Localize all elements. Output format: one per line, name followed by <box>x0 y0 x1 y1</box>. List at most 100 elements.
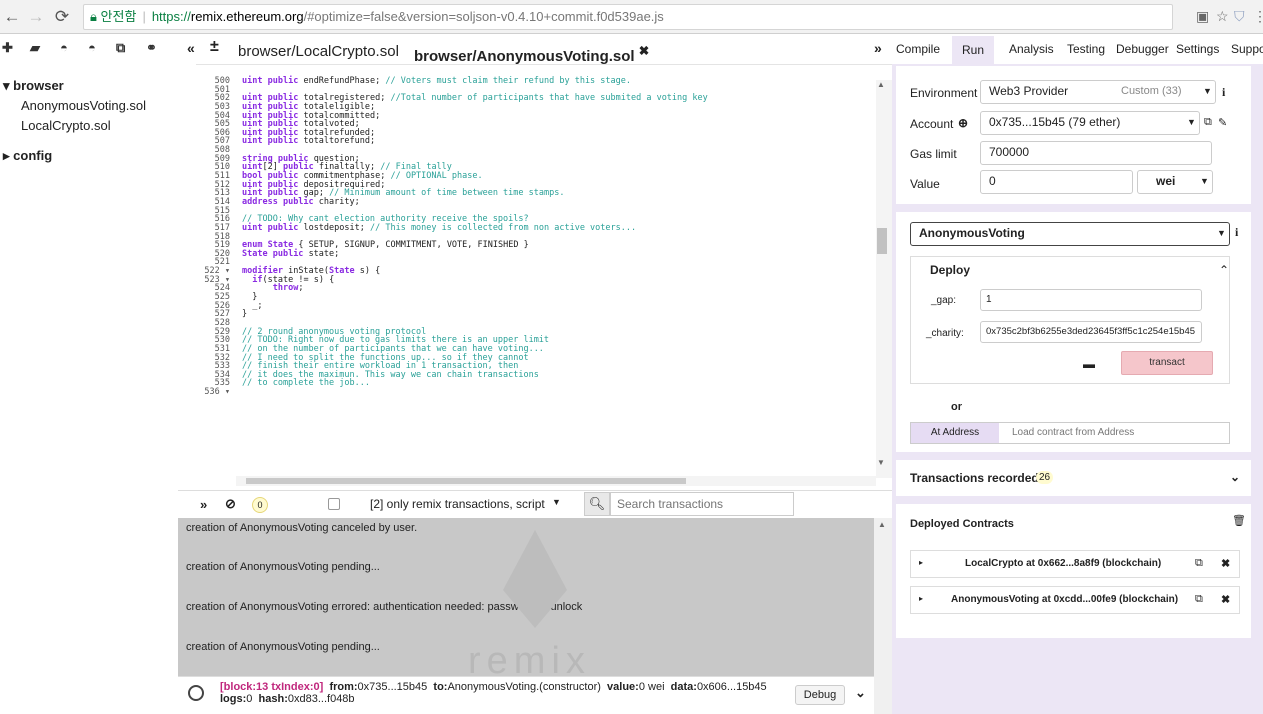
value-unit-select[interactable]: wei ▼ <box>1137 170 1213 194</box>
contract-info-icon[interactable]: i <box>1235 225 1238 240</box>
collapse-left-icon[interactable]: « <box>187 40 195 56</box>
tab-run[interactable]: Run <box>952 36 995 64</box>
transaction-row[interactable]: [block:13 txIndex:0] from:0x735...15b45 … <box>178 676 874 714</box>
tab-settings[interactable]: Settings <box>1176 42 1219 56</box>
add-account-icon[interactable]: ⊕ <box>958 116 968 130</box>
code-line[interactable]: throw; <box>242 284 872 293</box>
code-line[interactable]: // to complete the job... <box>242 379 872 388</box>
tab-localcrypto[interactable]: browser/LocalCrypto.sol <box>228 39 409 64</box>
expand-tx-icon[interactable]: ⌄ <box>855 685 866 701</box>
file-anonymousvoting[interactable]: AnonymousVoting.sol <box>0 96 176 116</box>
extension-shield-icon[interactable]: ⛉ <box>1234 8 1245 25</box>
editor-scroll-thumb[interactable] <box>877 228 887 254</box>
gas-limit-label: Gas limit <box>910 147 957 161</box>
copy-address-icon[interactable]: ⧉ <box>1204 116 1212 129</box>
tab-anonymousvoting[interactable]: browser/AnonymousVoting.sol ✖ <box>404 39 660 65</box>
account-select[interactable]: 0x735...15b45 (79 ether) ▼ <box>980 111 1200 135</box>
code-line[interactable]: address public charity; <box>242 198 872 207</box>
reload-icon[interactable]: ⟳ <box>52 7 72 27</box>
briefcase-icon[interactable]: ▬ <box>1083 357 1095 371</box>
charity-label: _charity: <box>926 328 964 339</box>
link-icon[interactable]: ⚭ <box>146 40 157 56</box>
code-line[interactable]: } <box>242 310 872 319</box>
folder-browser[interactable]: ▾ browser <box>0 76 176 96</box>
transact-button[interactable]: transact <box>1121 351 1213 375</box>
code-line[interactable]: if(state != s) { <box>242 275 872 285</box>
forward-arrow-icon[interactable]: → <box>26 7 46 27</box>
collapse-deploy-icon[interactable]: ⌃ <box>1219 263 1229 277</box>
copy-files-icon[interactable]: ⧉ <box>116 40 125 56</box>
code-line[interactable]: } <box>242 293 872 302</box>
trash-icon[interactable]: 🗑︎ <box>1232 514 1246 527</box>
clear-console-icon[interactable]: ⊘ <box>225 496 236 512</box>
expand-contract-icon[interactable]: ▸ <box>919 594 923 603</box>
tab-debugger[interactable]: Debugger <box>1116 42 1169 56</box>
url-path: /#optimize=false&version=soljson-v0.4.10… <box>303 9 664 24</box>
contract-select[interactable]: AnonymousVoting ▼ <box>910 222 1230 246</box>
code-line[interactable]: _; <box>242 301 872 311</box>
tab-analysis[interactable]: Analysis <box>1009 42 1054 56</box>
code-line[interactable]: uint public totaltorefund; <box>242 137 872 146</box>
gap-input[interactable]: 1 <box>980 289 1202 311</box>
menu-dots-icon[interactable]: ⋮ <box>1253 8 1263 25</box>
scroll-down-icon[interactable]: ▼ <box>877 458 885 467</box>
new-file-icon[interactable]: ✚ <box>2 40 13 56</box>
folder-config[interactable]: ▸ config <box>0 146 176 166</box>
value-label: Value <box>910 177 940 191</box>
expand-transactions-icon[interactable]: ⌄ <box>1230 470 1240 484</box>
code-editor[interactable]: 500 501 502 503 504 505 506 507 508 509 510 511 512 5… <box>196 64 892 487</box>
terminal-scrollbar[interactable]: ▲ <box>874 518 892 714</box>
minimize-terminal-icon[interactable]: » <box>200 497 207 512</box>
deployed-contract-item[interactable]: ▸ AnonymousVoting at 0xcdd...00fe9 (bloc… <box>910 586 1240 614</box>
editor-vertical-scrollbar[interactable] <box>876 80 892 478</box>
transactions-recorded-card[interactable]: Transactions recorded: 26 ⌄ <box>896 460 1251 496</box>
translate-icon[interactable]: ▣ <box>1196 8 1209 25</box>
editor-hscroll-thumb[interactable] <box>246 478 686 484</box>
tx-status-icon <box>188 685 204 701</box>
collapse-right-icon[interactable]: » <box>874 40 882 56</box>
line-gutter: 500 501 502 503 504 505 506 507 508 509 510 511 512 5… <box>196 77 230 397</box>
remove-contract-icon[interactable]: ✖ <box>1221 557 1230 570</box>
github-icon[interactable]: ◓ <box>60 40 68 55</box>
environment-select[interactable]: Web3 Provider Custom (33) ▼ <box>980 80 1216 104</box>
search-transactions-input[interactable] <box>610 492 794 516</box>
filter-dropdown-icon[interactable]: ▼ <box>552 497 561 507</box>
file-localcrypto[interactable]: LocalCrypto.sol <box>0 116 176 136</box>
run-settings-card: Environment Web3 Provider Custom (33) ▼ … <box>896 66 1251 204</box>
tab-testing[interactable]: Testing <box>1067 42 1105 56</box>
gist-icon[interactable]: ◓ <box>88 40 96 55</box>
increase-font-icon[interactable]: ± <box>210 38 219 56</box>
load-contract-input[interactable]: Load contract from Address <box>1012 427 1134 438</box>
tab-compile[interactable]: Compile <box>896 42 940 56</box>
address-bar[interactable]: 🔒︎ 안전함 | https://remix.ethereum.org/#optim… <box>83 4 1173 30</box>
tab-support[interactable]: Suppo <box>1231 42 1263 56</box>
file-tree: ▾ browser AnonymousVoting.sol LocalCrypt… <box>0 76 176 166</box>
transaction-filter-select[interactable]: [2] only remix transactions, script <box>370 497 545 511</box>
charity-input[interactable]: 0x735c2bf3b6255e3ded23645f3ff5c1c254e15b… <box>980 321 1202 343</box>
back-arrow-icon[interactable]: ← <box>2 7 22 27</box>
deployed-contract-item[interactable]: ▸ LocalCrypto at 0x662...8a8f9 (blockcha… <box>910 550 1240 578</box>
code-content[interactable]: uint public endRefundPhase; // Voters mu… <box>242 77 872 388</box>
folder-open-icon[interactable]: ▰ <box>30 40 40 56</box>
ethereum-logo-lower-icon <box>503 590 567 628</box>
expand-contract-icon[interactable]: ▸ <box>919 558 923 567</box>
search-icon[interactable]: 🔍︎ <box>584 492 610 516</box>
info-icon[interactable]: i <box>1222 85 1225 100</box>
edit-icon[interactable]: ✎ <box>1218 116 1227 129</box>
debug-button[interactable]: Debug <box>795 685 845 705</box>
code-line[interactable]: uint public lostdeposit; // This money i… <box>242 224 872 233</box>
scroll-up-icon[interactable]: ▲ <box>877 80 885 89</box>
run-panel: Environment Web3 Provider Custom (33) ▼ … <box>892 64 1263 714</box>
listen-checkbox[interactable] <box>328 498 340 510</box>
code-line[interactable]: State public state; <box>242 249 872 259</box>
gas-limit-input[interactable]: 700000 <box>980 141 1212 165</box>
copy-contract-icon[interactable]: ⧉ <box>1195 557 1203 570</box>
copy-contract-icon[interactable]: ⧉ <box>1195 593 1203 606</box>
remove-contract-icon[interactable]: ✖ <box>1221 593 1230 606</box>
value-input[interactable]: 0 <box>980 170 1133 194</box>
bookmark-star-icon[interactable]: ☆ <box>1216 8 1229 25</box>
code-line[interactable]: modifier inState(State s) { <box>242 267 872 276</box>
at-address-button[interactable]: At Address <box>911 423 999 443</box>
close-tab-icon[interactable]: ✖ <box>639 44 649 58</box>
code-line[interactable]: uint public endRefundPhase; // Voters mu… <box>242 77 872 86</box>
